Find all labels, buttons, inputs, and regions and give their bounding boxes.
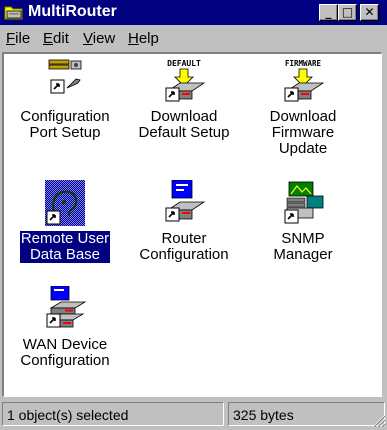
status-selection: 1 object(s) selected: [2, 402, 224, 426]
item-wan-device-configuration[interactable]: WAN Device Configuration: [6, 286, 124, 369]
maximize-button[interactable]: □: [338, 4, 357, 21]
icon-banner: DEFAULT: [167, 59, 201, 68]
item-snmp-manager[interactable]: SNMP Manager: [244, 180, 362, 263]
item-label: Manager: [273, 246, 333, 263]
download-firmware-update-icon: FIRMWARE: [284, 59, 325, 102]
item-download-firmware-update[interactable]: FIRMWARE Download Firmware Update: [244, 58, 362, 157]
configuration-port-setup-icon: [48, 59, 82, 94]
item-label: Download: [150, 108, 218, 125]
item-label: Remote User: [20, 230, 110, 247]
item-remote-user-data-base[interactable]: Remote User Data Base: [6, 180, 124, 264]
item-configuration-port-setup[interactable]: Configuration Port Setup: [6, 58, 124, 141]
item-label: Port Setup: [29, 124, 101, 141]
wan-device-configuration-icon: [46, 286, 87, 328]
item-router-configuration[interactable]: Router Configuration: [125, 180, 243, 263]
item-label: WAN Device: [22, 336, 108, 353]
folder-icon: [4, 6, 23, 20]
item-label: Data Base: [29, 246, 101, 263]
menu-edit[interactable]: Edit: [43, 30, 69, 47]
menu-file[interactable]: File: [6, 30, 30, 47]
status-bar: 1 object(s) selected 325 bytes: [0, 400, 387, 430]
item-label: Configuration: [139, 246, 229, 263]
item-label: Firmware: [271, 124, 335, 141]
item-label: SNMP: [281, 230, 325, 247]
title-bar[interactable]: MultiRouter _ □ ✕: [0, 0, 387, 25]
menu-help[interactable]: Help: [128, 30, 159, 47]
snmp-manager-icon: [284, 181, 324, 224]
item-label: Router: [161, 230, 207, 247]
status-size: 325 bytes: [228, 402, 385, 426]
close-button[interactable]: ✕: [360, 4, 379, 21]
item-label: Default Setup: [138, 124, 230, 141]
item-label: Update: [278, 140, 328, 157]
download-default-setup-icon: DEFAULT: [165, 59, 206, 102]
item-download-default-setup[interactable]: DEFAULT Download Default Setup: [125, 58, 243, 141]
item-label: Configuration: [20, 352, 110, 369]
remote-user-data-base-icon: [45, 180, 85, 226]
item-label: Download: [269, 108, 337, 125]
item-label: Configuration: [20, 108, 110, 125]
resize-grip-icon[interactable]: [370, 412, 386, 428]
menu-view[interactable]: View: [83, 30, 115, 47]
folder-content-area[interactable]: Configuration Port Setup DEFAULT Download…: [2, 52, 382, 397]
menu-bar: File Edit View Help: [0, 27, 387, 51]
icon-banner: FIRMWARE: [285, 59, 322, 68]
window: MultiRouter _ □ ✕ File Edit View Help Co…: [0, 0, 387, 430]
router-configuration-icon: [165, 180, 206, 222]
minimize-button[interactable]: _: [319, 4, 338, 21]
window-title: MultiRouter: [28, 3, 117, 20]
